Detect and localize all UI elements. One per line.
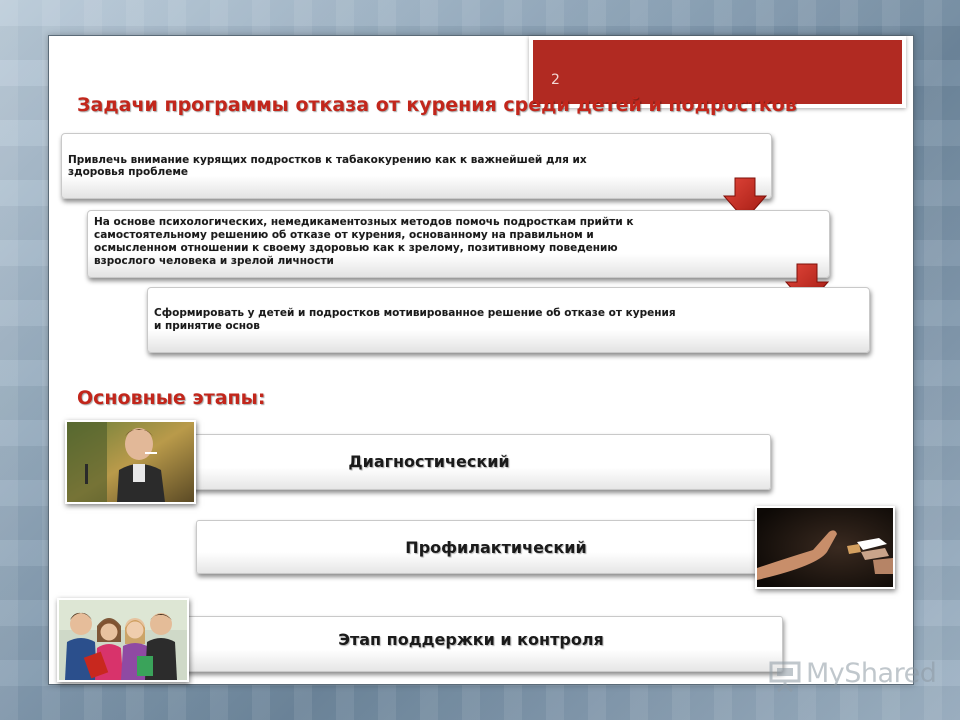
stage-label-prevention: Профилактический (405, 538, 587, 557)
task-text-2-line-2: самостоятельному решению об отказе от ку… (94, 229, 594, 241)
task-text-1-line-2: здоровья проблеме (68, 166, 189, 178)
task-text-2-line-4: взрослого человека и зрелой личности (94, 255, 334, 267)
task-box-3: Сформировать у детей и подростков мотиви… (147, 287, 870, 353)
task-box-1: Привлечь внимание курящих подростков к т… (61, 133, 772, 199)
watermark-text: MyShared (806, 658, 937, 689)
watermark: MyShared (766, 656, 937, 696)
stages-heading: Основные этапы: (77, 387, 266, 409)
stage-label-support: Этап поддержки и контроля (338, 630, 604, 649)
task-text-1-line-1: Привлечь внимание курящих подростков к т… (68, 154, 587, 166)
presentation-board-icon (769, 661, 801, 693)
slide-canvas: 2 Задачи программы отказа от курения сре… (48, 35, 914, 685)
task-box-2: На основе психологических, немедикаменто… (87, 210, 830, 278)
stage-box-support: Этап поддержки и контроля (179, 616, 783, 672)
teen-group-photo (57, 598, 189, 682)
task-text-2-line-3: осмысленном отношении к своему здоровью … (94, 242, 618, 254)
smoking-teen-photo (65, 420, 196, 504)
task-text-3-line-2: и принятие основ (154, 320, 260, 332)
task-text-2-line-1: На основе психологических, немедикаменто… (94, 216, 634, 228)
stage-box-diagnostic: Диагностический (187, 434, 771, 490)
task-text-3-line-1: Сформировать у детей и подростков мотиви… (154, 307, 676, 319)
page-number: 2 (551, 72, 560, 88)
refuse-cigarette-photo (755, 506, 895, 589)
stage-box-prevention: Профилактический (196, 520, 796, 574)
slide-title: Задачи программы отказа от курения среди… (77, 94, 797, 116)
